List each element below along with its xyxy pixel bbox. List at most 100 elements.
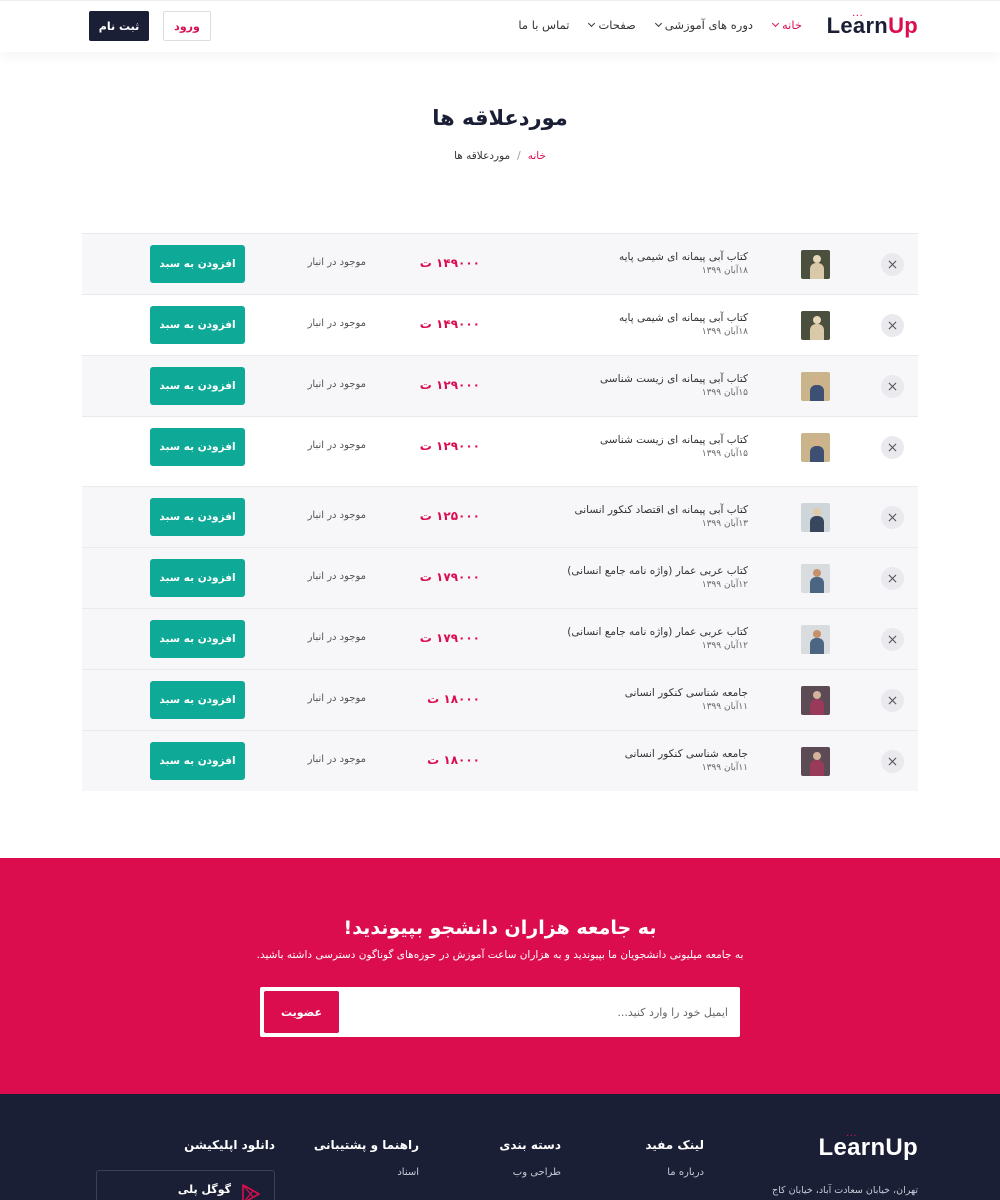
product-thumbnail[interactable] xyxy=(801,250,830,279)
stock-status: موجود در انبار xyxy=(307,257,366,268)
product-date: ۱۳آبان ۱۳۹۹ xyxy=(701,519,748,529)
add-to-cart-button[interactable]: افزودن به سبد xyxy=(150,498,245,536)
nav-item-pages[interactable]: صفحات xyxy=(588,18,636,32)
footer-link-docs[interactable]: اسناد xyxy=(314,1167,419,1178)
remove-button[interactable] xyxy=(881,750,904,773)
table-row: جامعه شناسی کنکور انسانی ۱۱آبان ۱۳۹۹ ۱۸۰… xyxy=(82,669,918,730)
product-thumbnail[interactable] xyxy=(801,433,830,462)
close-icon xyxy=(888,443,897,452)
footer-col-category: دسته بندی طراحی وب xyxy=(499,1138,561,1178)
main-nav: خانه دوره های آموزشی صفحات تماس با ما xyxy=(518,18,802,32)
footer-col-title: دانلود اپلیکیشن xyxy=(184,1138,275,1152)
add-to-cart-button[interactable]: افزودن به سبد xyxy=(150,742,245,780)
close-icon xyxy=(888,635,897,644)
remove-button[interactable] xyxy=(881,436,904,459)
add-to-cart-button[interactable]: افزودن به سبد xyxy=(150,620,245,658)
newsletter-subtitle: به جامعه میلیونی دانشجویان ما بپیوندید و… xyxy=(256,949,744,961)
add-to-cart-button[interactable]: افزودن به سبد xyxy=(150,245,245,283)
newsletter-title: به جامعه هزاران دانشجو بپیوندید! xyxy=(343,917,657,939)
footer-link-about[interactable]: درباره ما xyxy=(645,1167,704,1178)
add-to-cart-button[interactable]: افزودن به سبد xyxy=(150,367,245,405)
product-date: ۱۲آبان ۱۳۹۹ xyxy=(701,641,748,651)
wishlist-table: کتاب آبی پیمانه ای شیمی پایه ۱۸آبان ۱۳۹۹… xyxy=(82,233,918,791)
product-name[interactable]: کتاب آبی پیمانه ای زیست شناسی xyxy=(600,434,748,446)
footer-col-help: راهنما و پشتیبانی اسناد xyxy=(314,1138,419,1178)
close-icon xyxy=(888,757,897,766)
product-thumbnail[interactable] xyxy=(801,747,830,776)
product-price: ۱۴۹۰۰۰ ت xyxy=(419,256,480,270)
product-thumbnail[interactable] xyxy=(801,503,830,532)
product-price: ۱۲۹۰۰۰ ت xyxy=(419,378,480,392)
newsletter-section: به جامعه هزاران دانشجو بپیوندید! به جامع… xyxy=(0,858,1000,1094)
add-to-cart-button[interactable]: افزودن به سبد xyxy=(150,306,245,344)
product-name[interactable]: کتاب عربی عمار (واژه نامه جامع انسانی) xyxy=(567,565,748,577)
product-name[interactable]: کتاب آبی پیمانه ای اقتصاد کنکور انسانی xyxy=(574,504,748,516)
product-thumbnail[interactable] xyxy=(801,625,830,654)
table-row: کتاب آبی پیمانه ای زیست شناسی ۱۵آبان ۱۳۹… xyxy=(82,416,918,477)
product-price: ۱۷۹۰۰۰ ت xyxy=(419,631,480,645)
product-price: ۱۲۹۰۰۰ ت xyxy=(419,439,480,453)
product-name[interactable]: کتاب آبی پیمانه ای شیمی پایه xyxy=(619,312,748,324)
product-date: ۱۵آبان ۱۳۹۹ xyxy=(701,388,748,398)
footer-col-title: دسته بندی xyxy=(499,1138,561,1152)
footer-col-useful-links: لینک مفید درباره ما xyxy=(645,1138,704,1178)
logo[interactable]: ··· LearnUp xyxy=(827,11,918,39)
stock-status: موجود در انبار xyxy=(307,318,366,329)
add-to-cart-button[interactable]: افزودن به سبد xyxy=(150,428,245,466)
product-name[interactable]: کتاب عربی عمار (واژه نامه جامع انسانی) xyxy=(567,626,748,638)
nav-item-contact[interactable]: تماس با ما xyxy=(518,18,569,32)
login-button[interactable]: ورود xyxy=(163,11,211,41)
product-price: ۱۸۰۰۰ ت xyxy=(427,692,480,706)
remove-button[interactable] xyxy=(881,253,904,276)
chevron-down-icon xyxy=(588,19,596,28)
product-date: ۱۱آبان ۱۳۹۹ xyxy=(701,702,748,712)
product-date: ۱۲آبان ۱۳۹۹ xyxy=(701,580,748,590)
close-icon xyxy=(888,382,897,391)
table-row: کتاب آبی پیمانه ای شیمی پایه ۱۸آبان ۱۳۹۹… xyxy=(82,233,918,294)
table-row: کتاب عربی عمار (واژه نامه جامع انسانی) ۱… xyxy=(82,547,918,608)
footer-col-title: راهنما و پشتیبانی xyxy=(313,1138,419,1152)
play-store-icon xyxy=(242,1184,260,1200)
product-thumbnail[interactable] xyxy=(801,372,830,401)
remove-button[interactable] xyxy=(881,506,904,529)
table-row: کتاب آبی پیمانه ای زیست شناسی ۱۵آبان ۱۳۹… xyxy=(82,355,918,416)
product-price: ۱۸۰۰۰ ت xyxy=(427,753,480,767)
product-name[interactable]: کتاب آبی پیمانه ای زیست شناسی xyxy=(600,373,748,385)
nav-item-home[interactable]: خانه xyxy=(771,18,802,32)
product-date: ۱۱آبان ۱۳۹۹ xyxy=(701,763,748,773)
chevron-down-icon xyxy=(654,19,662,28)
product-price: ۱۴۹۰۰۰ ت xyxy=(419,317,480,331)
product-name[interactable]: جامعه شناسی کنکور انسانی xyxy=(625,748,748,760)
product-thumbnail[interactable] xyxy=(801,686,830,715)
product-date: ۱۸آبان ۱۳۹۹ xyxy=(701,327,748,337)
remove-button[interactable] xyxy=(881,567,904,590)
footer-logo[interactable]: ··· LearnUp xyxy=(819,1131,918,1162)
chevron-down-icon xyxy=(771,19,780,28)
google-play-button[interactable]: گوگل پلی xyxy=(96,1170,275,1200)
close-icon xyxy=(888,696,897,705)
product-thumbnail[interactable] xyxy=(801,311,830,340)
remove-button[interactable] xyxy=(881,314,904,337)
close-icon xyxy=(888,260,897,269)
add-to-cart-button[interactable]: افزودن به سبد xyxy=(150,559,245,597)
footer-link-web-design[interactable]: طراحی وب xyxy=(499,1167,561,1178)
product-name[interactable]: جامعه شناسی کنکور انسانی xyxy=(625,687,748,699)
stock-status: موجود در انبار xyxy=(307,379,366,390)
product-thumbnail[interactable] xyxy=(801,564,830,593)
stock-status: موجود در انبار xyxy=(307,693,366,704)
subscribe-button[interactable]: عضویت xyxy=(264,991,339,1033)
remove-button[interactable] xyxy=(881,375,904,398)
top-navbar: ··· LearnUp خانه دوره های آموزشی صفحات تم… xyxy=(0,0,1000,52)
breadcrumb-home-link[interactable]: خانه xyxy=(528,150,546,162)
remove-button[interactable] xyxy=(881,689,904,712)
email-input[interactable] xyxy=(348,997,728,1027)
product-name[interactable]: کتاب آبی پیمانه ای شیمی پایه xyxy=(619,251,748,263)
remove-button[interactable] xyxy=(881,628,904,651)
nav-item-courses[interactable]: دوره های آموزشی xyxy=(654,18,753,32)
table-row: کتاب عربی عمار (واژه نامه جامع انسانی) ۱… xyxy=(82,608,918,669)
add-to-cart-button[interactable]: افزودن به سبد xyxy=(150,681,245,719)
page-title: موردعلاقه ها xyxy=(432,106,568,130)
signup-button[interactable]: ثبت نام xyxy=(89,11,149,41)
footer-address: تهران، خیابان سعادت آباد، خیابان کاج xyxy=(772,1185,918,1196)
table-row: جامعه شناسی کنکور انسانی ۱۱آبان ۱۳۹۹ ۱۸۰… xyxy=(82,730,918,791)
